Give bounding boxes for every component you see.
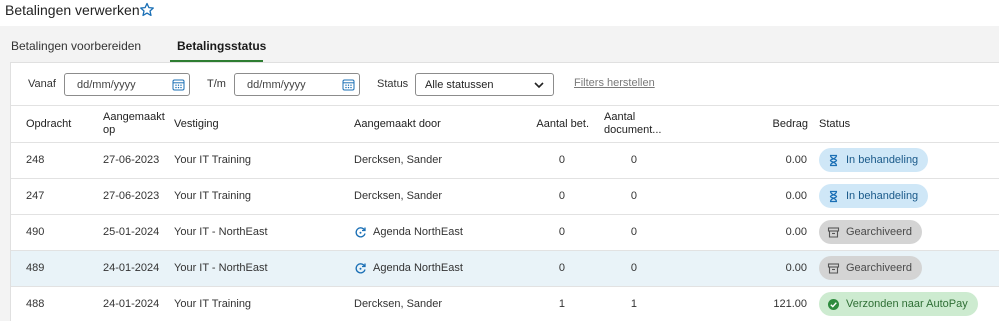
created-on-cell: 27-06-2023 — [103, 154, 160, 166]
status-badge-label: In behandeling — [846, 154, 919, 166]
archive-icon — [827, 262, 840, 274]
status-select[interactable]: Alle statussen — [415, 73, 554, 96]
order-cell: 490 — [26, 226, 45, 238]
hourglass-icon — [829, 190, 838, 202]
from-date-placeholder: dd/mm/yyyy — [77, 79, 136, 91]
to-date-input[interactable]: dd/mm/yyyy — [234, 73, 360, 96]
status-badge-label: Gearchiveerd — [846, 226, 913, 238]
created-by-cell: Dercksen, Sander — [354, 154, 443, 166]
divider — [11, 105, 999, 106]
documents-cell: 1 — [630, 298, 637, 310]
branch-cell: Your IT Training — [174, 154, 252, 166]
status-badge: Verzonden naar AutoPay — [819, 292, 978, 316]
amount-cell: 0.00 — [785, 154, 807, 166]
column-header-payments[interactable]: Aantal bet. — [511, 118, 589, 131]
table-row[interactable]: 248 27-06-2023 Your IT Training Dercksen… — [11, 143, 999, 179]
status-badge-label: Verzonden naar AutoPay — [846, 298, 968, 310]
created-by-cell: Agenda NorthEast — [373, 262, 463, 274]
from-date-input[interactable]: dd/mm/yyyy — [64, 73, 190, 96]
documents-cell: 0 — [630, 190, 637, 202]
order-cell: 489 — [26, 262, 45, 274]
column-header-created-on[interactable]: Aangemaakt op — [103, 111, 165, 137]
payments-cell: 0 — [558, 262, 565, 274]
sync-icon — [355, 263, 366, 274]
branch-cell: Your IT Training — [174, 298, 252, 310]
created-on-cell: 27-06-2023 — [103, 190, 160, 202]
status-select-value: Alle statussen — [425, 79, 494, 91]
column-header-documents[interactable]: Aantal document... — [604, 111, 684, 137]
status-badge: Gearchiveerd — [819, 220, 923, 244]
column-header-branch[interactable]: Vestiging — [174, 118, 219, 131]
status-badge-label: In behandeling — [846, 190, 919, 202]
sync-icon — [355, 227, 366, 238]
title-bar: Betalingen verwerken — [0, 0, 999, 26]
calendar-icon[interactable] — [342, 78, 355, 91]
amount-cell: 0.00 — [785, 190, 807, 202]
calendar-icon[interactable] — [172, 78, 185, 91]
column-header-created-by[interactable]: Aangemaakt door — [354, 118, 441, 131]
table-row[interactable]: 488 24-01-2024 Your IT Training Dercksen… — [11, 287, 999, 321]
payments-cell: 0 — [558, 226, 565, 238]
reset-filters-link[interactable]: Filters herstellen — [574, 77, 655, 89]
created-on-cell: 24-01-2024 — [103, 298, 160, 310]
created-by-cell: Agenda NorthEast — [373, 226, 463, 238]
documents-cell: 0 — [630, 262, 637, 274]
created-on-cell: 25-01-2024 — [103, 226, 160, 238]
amount-cell: 121.00 — [773, 298, 807, 310]
payments-cell: 0 — [558, 190, 565, 202]
order-cell: 247 — [26, 190, 45, 202]
documents-cell: 0 — [630, 226, 637, 238]
hourglass-icon — [829, 154, 838, 166]
from-date-label: Vanaf — [28, 78, 56, 90]
status-badge: In behandeling — [819, 148, 929, 172]
order-cell: 248 — [26, 154, 45, 166]
status-filter-label: Status — [377, 78, 409, 90]
to-date-label: T/m — [207, 78, 226, 90]
payments-cell: 0 — [558, 154, 565, 166]
star-outline-icon[interactable] — [139, 2, 155, 18]
column-header-order[interactable]: Opdracht — [26, 118, 71, 131]
archive-icon — [827, 226, 840, 238]
column-header-amount[interactable]: Bedrag — [711, 118, 808, 131]
page-title: Betalingen verwerken — [5, 2, 140, 18]
tab-betalingen-voorbereiden[interactable]: Betalingen voorbereiden — [11, 39, 141, 53]
created-by-cell: Dercksen, Sander — [354, 190, 443, 202]
table-row-selected[interactable]: 489 24-01-2024 Your IT - NorthEast Agend… — [11, 251, 999, 287]
amount-cell: 0.00 — [785, 226, 807, 238]
status-badge: Gearchiveerd — [819, 256, 923, 280]
branch-cell: Your IT - NorthEast — [174, 262, 268, 274]
payments-cell: 1 — [558, 298, 565, 310]
status-badge: In behandeling — [819, 184, 929, 208]
tab-bar: Betalingen voorbereiden Betalingsstatus — [0, 27, 999, 63]
created-on-cell: 24-01-2024 — [103, 262, 160, 274]
tab-betalingsstatus[interactable]: Betalingsstatus — [177, 39, 266, 53]
check-circle-icon — [828, 298, 839, 310]
order-cell: 488 — [26, 298, 45, 310]
payment-status-panel: Vanaf dd/mm/yyyy T/m dd/mm/yyyy Status A… — [10, 62, 999, 321]
documents-cell: 0 — [630, 154, 637, 166]
created-by-cell: Dercksen, Sander — [354, 298, 443, 310]
branch-cell: Your IT - NorthEast — [174, 226, 268, 238]
table-row[interactable]: 247 27-06-2023 Your IT Training Dercksen… — [11, 179, 999, 215]
amount-cell: 0.00 — [785, 262, 807, 274]
branch-cell: Your IT Training — [174, 190, 252, 202]
chevron-down-icon — [534, 82, 544, 89]
to-date-placeholder: dd/mm/yyyy — [247, 79, 306, 91]
column-header-status[interactable]: Status — [819, 118, 850, 131]
table-row[interactable]: 490 25-01-2024 Your IT - NorthEast Agend… — [11, 215, 999, 251]
status-badge-label: Gearchiveerd — [846, 262, 913, 274]
